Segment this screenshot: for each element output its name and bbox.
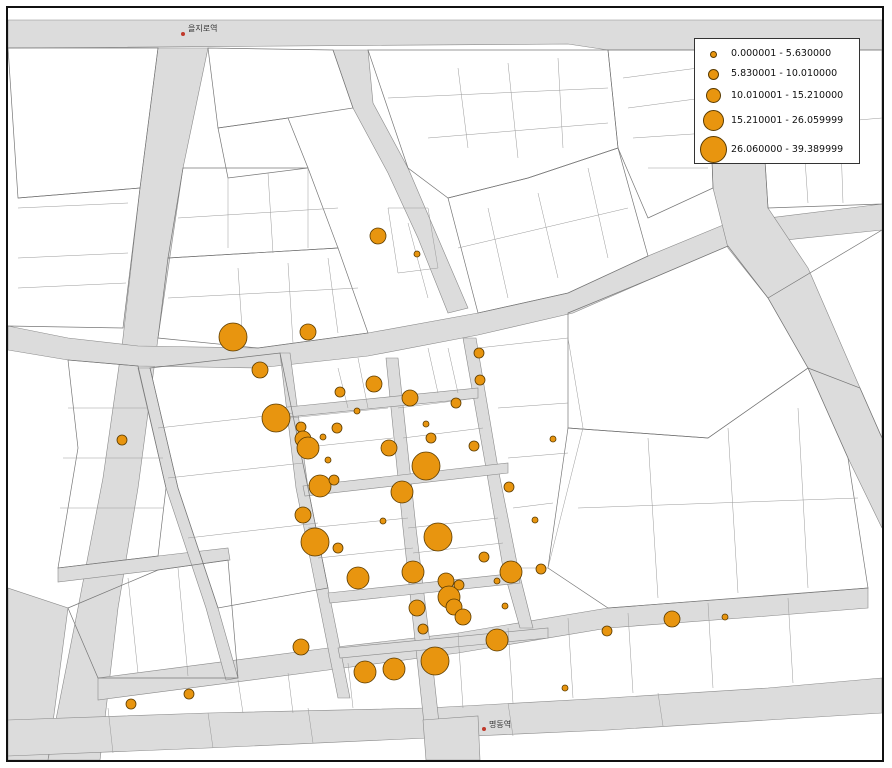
value-symbol-class-1[interactable] <box>549 435 557 443</box>
value-symbol-class-3[interactable] <box>454 608 472 626</box>
value-symbol-class-1[interactable] <box>413 250 421 258</box>
value-symbol-class-4[interactable] <box>353 660 377 684</box>
value-symbol-class-1[interactable] <box>561 684 569 692</box>
value-symbol-class-2[interactable] <box>332 542 344 554</box>
parcel <box>8 187 141 329</box>
road <box>47 47 209 760</box>
parcel <box>127 567 189 677</box>
legend-row: 5.830001 - 10.010000 <box>695 64 861 86</box>
value-symbol-class-3[interactable] <box>294 506 312 524</box>
value-symbol-class-3[interactable] <box>365 375 383 393</box>
legend-label: 10.010001 - 15.210000 <box>731 90 844 101</box>
parcel <box>177 168 339 254</box>
value-symbol-class-5[interactable] <box>411 451 441 481</box>
value-symbol-class-1[interactable] <box>493 577 501 585</box>
value-symbol-class-4[interactable] <box>382 657 406 681</box>
value-symbol-class-1[interactable] <box>531 516 539 524</box>
value-symbol-class-3[interactable] <box>663 610 681 628</box>
station-label: 을지로역 <box>188 23 217 33</box>
value-symbol-class-5[interactable] <box>420 646 450 676</box>
road <box>277 387 479 419</box>
value-symbol-class-4[interactable] <box>485 628 509 652</box>
value-symbol-class-5[interactable] <box>218 322 248 352</box>
legend-swatch-2 <box>708 69 719 80</box>
value-symbol-class-2[interactable] <box>125 698 137 710</box>
value-symbol-class-2[interactable] <box>334 386 346 398</box>
parcel <box>167 167 339 259</box>
value-symbol-class-3[interactable] <box>380 439 398 457</box>
parcel <box>17 202 129 289</box>
value-symbol-class-2[interactable] <box>417 623 429 635</box>
value-symbol-class-2[interactable] <box>425 432 437 444</box>
parcel <box>167 257 359 344</box>
value-symbol-class-3[interactable] <box>408 599 426 617</box>
value-symbol-class-2[interactable] <box>116 434 128 446</box>
legend-swatch-4 <box>703 110 724 131</box>
value-symbol-class-4[interactable] <box>401 560 425 584</box>
value-symbol-class-3[interactable] <box>292 638 310 656</box>
value-symbol-class-2[interactable] <box>535 563 547 575</box>
station-label: 명동역 <box>489 719 511 729</box>
parcel <box>547 367 869 609</box>
value-symbol-class-4[interactable] <box>499 560 523 584</box>
legend-label: 0.000001 - 5.630000 <box>731 48 832 59</box>
value-symbol-class-1[interactable] <box>422 420 430 428</box>
parcel <box>217 117 309 179</box>
value-symbol-class-1[interactable] <box>324 456 332 464</box>
value-symbol-class-1[interactable] <box>353 407 361 415</box>
value-symbol-class-3[interactable] <box>299 323 317 341</box>
road <box>422 715 481 760</box>
parcel <box>577 407 859 599</box>
parcel <box>8 47 159 199</box>
legend-label: 26.060000 - 39.389999 <box>731 144 844 155</box>
road <box>332 49 469 314</box>
value-symbol-class-2[interactable] <box>331 422 343 434</box>
legend-row: 15.210001 - 26.059999 <box>695 109 861 131</box>
value-symbol-class-4[interactable] <box>346 566 370 590</box>
value-symbol-class-3[interactable] <box>369 227 387 245</box>
value-symbol-class-2[interactable] <box>503 481 515 493</box>
parcel <box>387 57 609 159</box>
value-symbol-class-2[interactable] <box>601 625 613 637</box>
legend: 0.000001 - 5.630000 5.830001 - 10.010000… <box>694 38 860 164</box>
value-symbol-class-1[interactable] <box>319 433 327 441</box>
legend-label: 5.830001 - 10.010000 <box>731 68 838 79</box>
value-symbol-class-2[interactable] <box>450 397 462 409</box>
legend-swatch-1 <box>710 51 717 58</box>
value-symbol-class-2[interactable] <box>473 347 485 359</box>
value-symbol-class-2[interactable] <box>183 688 195 700</box>
station-marker <box>181 32 185 36</box>
value-symbol-class-2[interactable] <box>295 421 307 433</box>
road <box>385 357 444 760</box>
value-symbol-class-1[interactable] <box>501 602 509 610</box>
value-symbol-class-5[interactable] <box>261 403 291 433</box>
value-symbol-class-4[interactable] <box>296 436 320 460</box>
value-symbol-class-5[interactable] <box>423 522 453 552</box>
legend-swatch-5 <box>700 136 727 163</box>
value-symbol-class-3[interactable] <box>401 389 419 407</box>
value-symbol-class-3[interactable] <box>251 361 269 379</box>
legend-swatch-3 <box>706 88 721 103</box>
station-marker <box>482 727 486 731</box>
road <box>137 367 239 681</box>
value-symbol-class-5[interactable] <box>300 527 330 557</box>
value-symbol-class-1[interactable] <box>379 517 387 525</box>
value-symbol-class-2[interactable] <box>474 374 486 386</box>
parcel <box>207 47 354 129</box>
value-symbol-class-2[interactable] <box>328 474 340 486</box>
value-symbol-class-1[interactable] <box>721 613 729 621</box>
legend-row: 0.000001 - 5.630000 <box>695 44 861 66</box>
value-symbol-class-4[interactable] <box>390 480 414 504</box>
map-frame: 을지로역 명동역 0.000001 - 5.630000 5.830001 - … <box>6 6 884 762</box>
value-symbol-class-4[interactable] <box>308 474 332 498</box>
legend-row: 10.010001 - 15.210000 <box>695 85 861 107</box>
legend-label: 15.210001 - 26.059999 <box>731 115 844 126</box>
parcel <box>157 247 369 349</box>
legend-row: 26.060000 - 39.389999 <box>695 136 861 163</box>
value-symbol-class-2[interactable] <box>468 440 480 452</box>
value-symbol-class-2[interactable] <box>478 551 490 563</box>
